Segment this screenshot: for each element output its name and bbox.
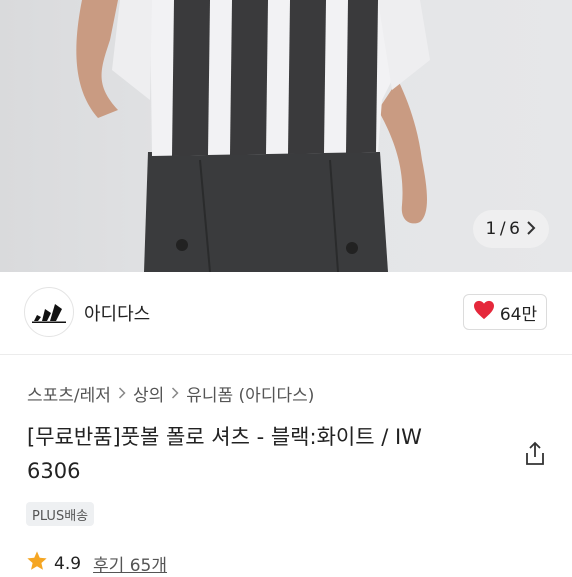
rating-score: 4.9 <box>54 553 82 574</box>
delivery-badge: PLUS배송 <box>26 502 95 526</box>
share-icon[interactable] <box>521 440 549 468</box>
chevron-right-icon <box>526 220 536 239</box>
breadcrumb-item-leaf[interactable]: 유니폼 (아디다스) <box>186 381 314 406</box>
image-counter-total: 6 <box>509 219 521 239</box>
breadcrumb-item-category[interactable]: 스포츠/레저 <box>27 381 111 406</box>
rating-row: 4.9 후기 65개 <box>26 550 167 577</box>
chevron-right-icon <box>171 385 179 403</box>
product-title-line-2: 6306 <box>27 459 81 483</box>
heart-icon <box>473 300 495 324</box>
breadcrumb: 스포츠/레저 상의 유니폼 (아디다스) <box>27 381 314 406</box>
image-counter[interactable]: 1 / 6 <box>473 210 549 248</box>
brand-name[interactable]: 아디다스 <box>84 300 150 326</box>
star-icon <box>26 550 48 577</box>
adidas-logo-icon[interactable] <box>24 287 74 337</box>
reviews-link[interactable]: 후기 65개 <box>93 551 167 576</box>
breadcrumb-item-subcategory[interactable]: 상의 <box>133 381 164 406</box>
like-count: 64만 <box>499 304 538 325</box>
chevron-right-icon <box>118 385 126 403</box>
image-counter-current: 1 <box>485 219 497 239</box>
like-button[interactable]: 64만 <box>463 294 547 330</box>
product-image-carousel[interactable]: 1 / 6 <box>0 0 572 272</box>
product-title-line-1: [무료반품]풋볼 폴로 셔츠 - 블랙:화이트 / IW <box>27 425 422 449</box>
product-title: [무료반품]풋볼 폴로 셔츠 - 블랙:화이트 / IW 6306 <box>27 420 502 488</box>
image-counter-separator: / <box>499 219 507 239</box>
